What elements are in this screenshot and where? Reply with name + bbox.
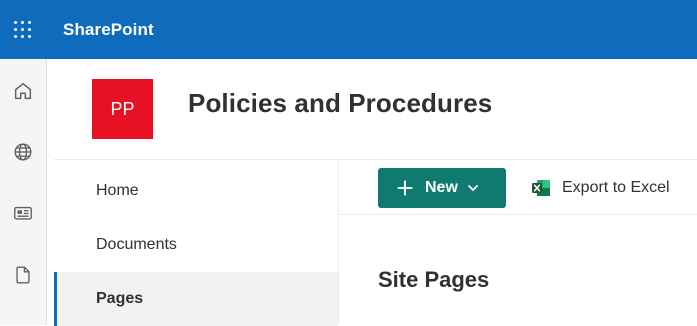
- brand-link[interactable]: SharePoint: [63, 0, 154, 59]
- nav-item-label: Documents: [96, 236, 177, 253]
- content-divider: [338, 215, 339, 325]
- site-title[interactable]: Policies and Procedures: [188, 88, 492, 119]
- export-to-excel-button[interactable]: Export to Excel: [528, 168, 688, 208]
- app-bar: [0, 59, 47, 325]
- nav-item-pages[interactable]: Pages: [54, 272, 338, 326]
- plus-icon: [397, 180, 413, 196]
- nav-item-label: Pages: [96, 290, 144, 307]
- home-button[interactable]: [0, 71, 46, 111]
- news-button[interactable]: [0, 193, 46, 233]
- globe-icon: [14, 143, 32, 161]
- files-button[interactable]: [0, 255, 46, 295]
- new-button[interactable]: New: [378, 168, 506, 208]
- chevron-down-icon: [468, 185, 478, 191]
- site-logo[interactable]: PP: [92, 79, 153, 139]
- left-navigation: Home Documents Pages: [54, 159, 338, 326]
- app-launcher-button[interactable]: [0, 0, 45, 59]
- new-button-label: New: [425, 179, 458, 196]
- section-title: Site Pages: [378, 267, 490, 292]
- suite-bar: SharePoint: [0, 0, 697, 59]
- nav-item-documents[interactable]: Documents: [54, 218, 338, 272]
- excel-icon: [532, 180, 550, 196]
- export-to-excel-label: Export to Excel: [562, 179, 670, 196]
- site-logo-initials: PP: [110, 98, 135, 119]
- sites-button[interactable]: [0, 132, 46, 172]
- news-icon: [14, 206, 32, 220]
- file-icon: [16, 266, 30, 284]
- nav-item-label: Home: [96, 182, 139, 199]
- nav-item-home[interactable]: Home: [54, 164, 338, 218]
- waffle-icon: [14, 21, 31, 38]
- home-icon: [14, 82, 32, 100]
